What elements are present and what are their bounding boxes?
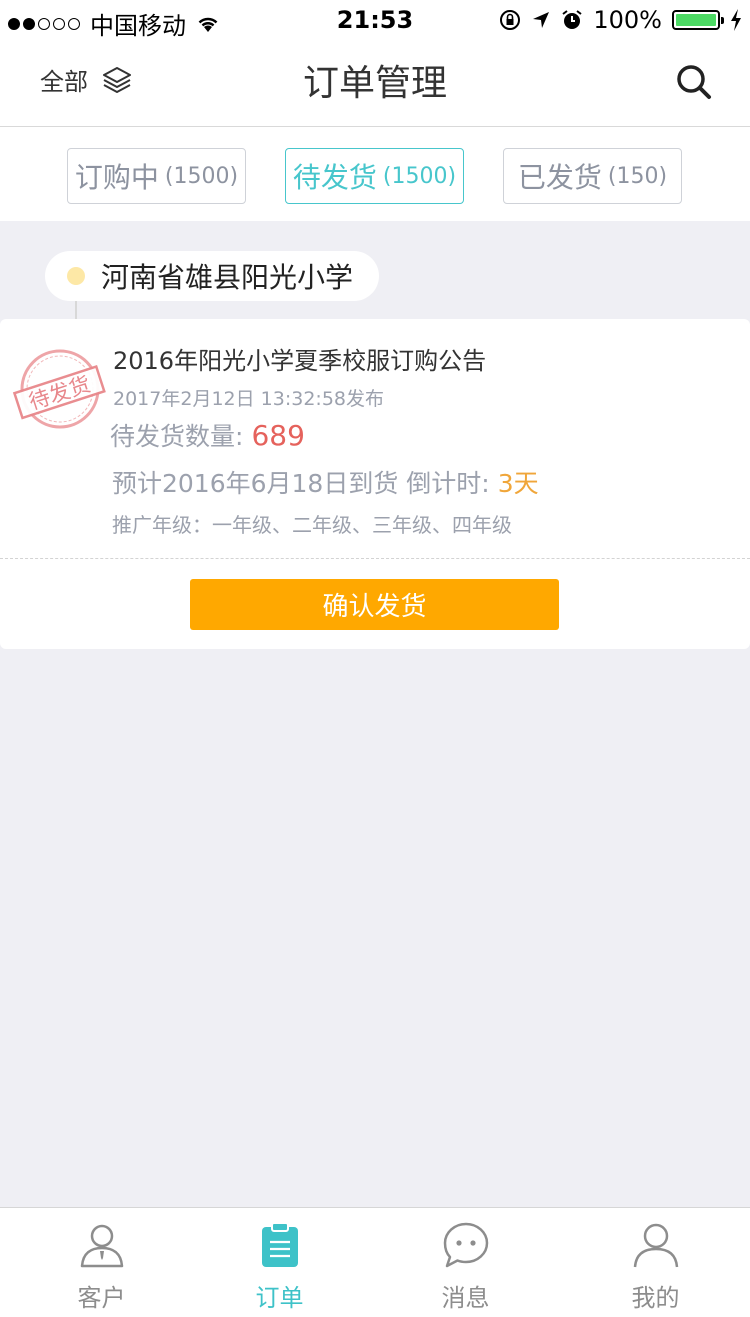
divider <box>0 558 750 559</box>
tabbar-label: 消息 <box>441 1284 490 1312</box>
order-card[interactable]: 待发货 2016年阳光小学夏季校服订购公告 2017年2月12日 13:32:5… <box>0 319 750 649</box>
battery-percent: 100% <box>593 6 662 34</box>
school-dot-icon <box>67 267 85 285</box>
countdown-days: 3天 <box>497 469 539 498</box>
customer-icon <box>80 1224 123 1268</box>
eta-text: 预计2016年6月18日到货 倒计时: <box>112 469 490 498</box>
qty-value: 689 <box>251 419 305 452</box>
message-icon <box>443 1222 488 1268</box>
location-icon <box>533 12 550 28</box>
order-publish-date: 2017年2月12日 13:32:58发布 <box>113 388 384 410</box>
tab-shipped[interactable]: 已发货 (150) <box>503 148 682 204</box>
timeline-connector <box>75 301 77 321</box>
order-status-tabs: 订购中 (1500) 待发货 (1500) 已发货 (150) <box>0 127 750 221</box>
school-header: 河南省雄县阳光小学 <box>45 251 380 301</box>
tabbar-label: 订单 <box>255 1284 304 1312</box>
eta-countdown: 预计2016年6月18日到货 倒计时: 3天 <box>112 464 539 500</box>
status-right: 100% <box>499 6 742 34</box>
pending-shipment-stamp-icon: 待发货 <box>12 349 106 429</box>
profile-icon <box>633 1223 678 1268</box>
school-name: 河南省雄县阳光小学 <box>101 261 354 294</box>
tabbar-item-messages[interactable]: 消息 <box>372 1208 559 1317</box>
charging-icon <box>731 9 741 31</box>
tab-count: (150) <box>607 163 668 189</box>
tabbar-label: 我的 <box>631 1284 680 1312</box>
pending-quantity: 待发货数量: 689 <box>110 417 305 453</box>
status-bar: 中国移动 21:53 100% <box>0 0 750 42</box>
tabbar-item-profile[interactable]: 我的 <box>562 1208 749 1317</box>
tabbar-item-customers[interactable]: 客户 <box>8 1208 195 1317</box>
bottom-tab-bar: 客户 订单 消息 我的 <box>0 1207 750 1317</box>
battery-icon <box>672 10 724 30</box>
tab-count: (1500) <box>382 163 457 189</box>
tabbar-label: 客户 <box>77 1284 126 1312</box>
confirm-shipment-button[interactable]: 确认发货 <box>190 579 559 630</box>
tabbar-item-orders[interactable]: 订单 <box>186 1208 373 1317</box>
alarm-icon <box>562 10 582 29</box>
tab-count: (1500) <box>164 163 239 189</box>
tab-label: 订购中 <box>74 161 159 194</box>
tab-label: 待发货 <box>292 161 377 194</box>
tab-pending-shipment[interactable]: 待发货 (1500) <box>285 148 464 204</box>
battery-level <box>676 14 716 26</box>
page-title: 订单管理 <box>302 63 447 104</box>
tab-label: 已发货 <box>517 161 602 194</box>
qty-label: 待发货数量: <box>110 422 244 451</box>
rotation-lock-icon <box>500 10 521 30</box>
target-grades: 推广年级：一年级、二年级、三年级、四年级 <box>112 513 512 537</box>
order-title: 2016年阳光小学夏季校服订购公告 <box>113 347 487 375</box>
nav-bar: 全部 订单管理 <box>0 42 750 127</box>
tab-ordering[interactable]: 订购中 (1500) <box>67 148 246 204</box>
search-icon[interactable] <box>676 64 712 100</box>
order-icon <box>261 1222 298 1267</box>
